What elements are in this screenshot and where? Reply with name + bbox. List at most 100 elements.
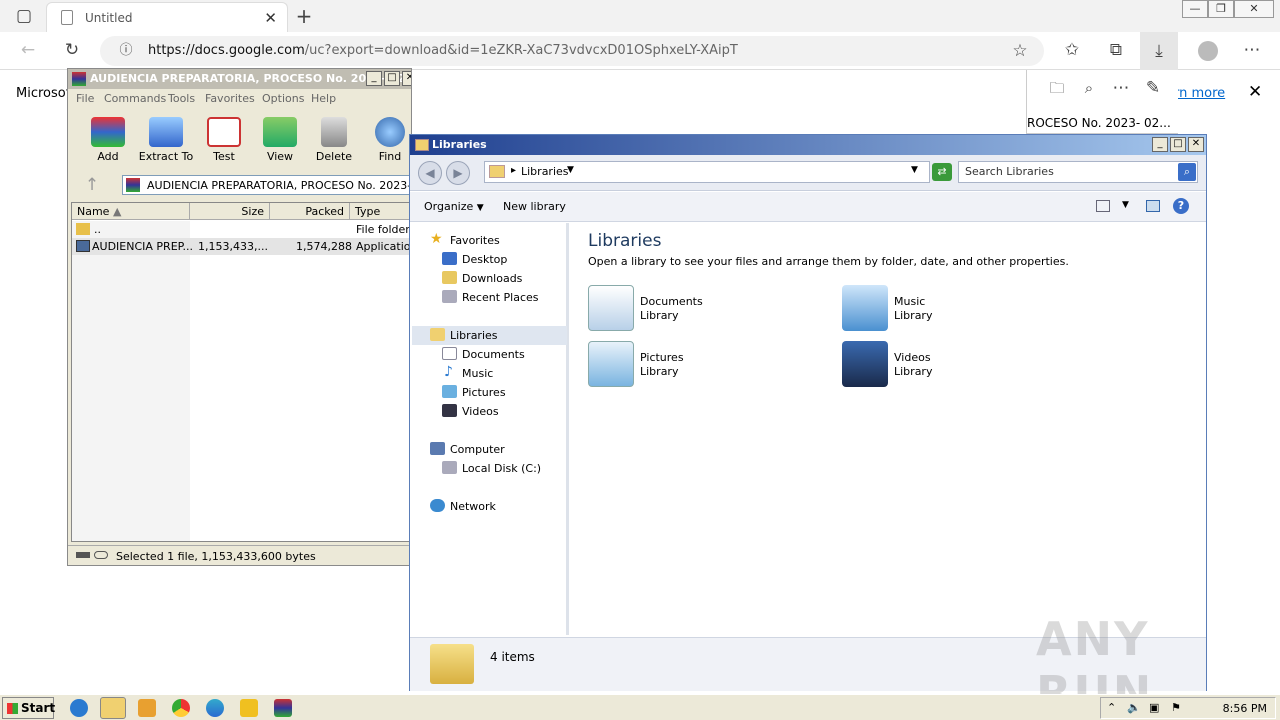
ie-icon[interactable] bbox=[70, 699, 88, 717]
address-field[interactable]: ▸ Libraries ▼ ▼ bbox=[484, 161, 930, 183]
tray-expand-icon[interactable]: ⌃ bbox=[1107, 701, 1116, 714]
info-icon[interactable]: ⓘ bbox=[114, 39, 138, 63]
add-favorite-icon[interactable]: ☆ bbox=[1008, 39, 1032, 63]
download-item-name[interactable]: ROCESO No. 2023- 02... bbox=[1027, 116, 1171, 130]
search-icon[interactable]: ⌕ bbox=[1077, 76, 1101, 100]
help-icon[interactable]: ? bbox=[1173, 198, 1189, 214]
winrar-maximize-button[interactable]: □ bbox=[384, 71, 400, 86]
downloads-icon[interactable]: ⤓ bbox=[1140, 32, 1178, 70]
breadcrumb-arrow-icon[interactable]: ▸ bbox=[511, 165, 516, 176]
libraries-minimize-button[interactable]: _ bbox=[1152, 137, 1168, 152]
favorites-icon[interactable]: ✩ bbox=[1060, 38, 1084, 62]
archive-path: AUDIENCIA PREPARATORIA, PROCESO No. 2023… bbox=[147, 179, 412, 192]
music-library-icon bbox=[842, 285, 888, 331]
taskbar: Start ⌃ 🔈 ▣ ⚑ 8:56 PM bbox=[0, 694, 1280, 720]
libraries-window: Libraries _ □ ✕ ◀ ▶ ▸ Libraries ▼ ▼ ⇄ Se… bbox=[409, 134, 1207, 691]
new-tab-icon[interactable]: + bbox=[292, 4, 316, 28]
collections-icon[interactable]: ⧉ bbox=[1104, 38, 1128, 62]
documents-library-icon bbox=[588, 285, 634, 331]
winrar-minimize-button[interactable]: _ bbox=[366, 71, 382, 86]
extract-to-button[interactable]: Extract To bbox=[136, 117, 196, 167]
preview-pane-icon[interactable] bbox=[1146, 200, 1160, 212]
pictures-library[interactable]: Pictures Library bbox=[588, 341, 788, 393]
add-button[interactable]: Add bbox=[78, 117, 138, 167]
column-type[interactable]: Type bbox=[350, 203, 411, 220]
back-icon[interactable]: ← bbox=[16, 38, 40, 62]
libraries-maximize-button[interactable]: □ bbox=[1170, 137, 1186, 152]
network-tray-icon[interactable]: ▣ bbox=[1149, 701, 1159, 714]
minimize-button[interactable]: — bbox=[1182, 0, 1208, 18]
column-size[interactable]: Size bbox=[190, 203, 270, 220]
start-button[interactable]: Start bbox=[2, 697, 55, 719]
address-bar[interactable]: ⓘ https://docs.google.com/uc?export=down… bbox=[100, 36, 1044, 66]
key-icon bbox=[94, 551, 108, 559]
browser-toolbar: ← ↻ ⓘ https://docs.google.com/uc?export=… bbox=[0, 32, 1280, 70]
libraries-titlebar[interactable]: Libraries _ □ ✕ bbox=[410, 135, 1206, 155]
winrar-title: AUDIENCIA PREPARATORIA, PROCESO No. 2023… bbox=[90, 72, 411, 85]
tab-close-icon[interactable]: ✕ bbox=[264, 9, 277, 27]
column-packed[interactable]: Packed bbox=[270, 203, 350, 220]
pictures-library-icon bbox=[588, 341, 634, 387]
banner-close-icon[interactable]: ✕ bbox=[1248, 82, 1262, 102]
view-dropdown-icon[interactable]: ▼ bbox=[1122, 200, 1129, 210]
libraries-nav-bar: ◀ ▶ ▸ Libraries ▼ ▼ ⇄ Search Libraries ⌕ bbox=[410, 155, 1206, 191]
chrome-icon[interactable] bbox=[172, 699, 190, 717]
action-center-icon[interactable]: ⚑ bbox=[1171, 701, 1181, 714]
view-options-icon[interactable] bbox=[1096, 200, 1110, 212]
back-button[interactable]: ◀ bbox=[418, 161, 442, 185]
breadcrumb-libraries[interactable]: Libraries bbox=[521, 165, 569, 178]
menu-favorites[interactable]: Favorites bbox=[205, 92, 255, 105]
up-arrow-icon[interactable]: ↑ bbox=[80, 173, 104, 197]
libraries-content: Libraries Open a library to see your fil… bbox=[572, 223, 1204, 635]
outlook-icon[interactable] bbox=[240, 699, 258, 717]
nav-libraries[interactable]: Libraries bbox=[412, 326, 567, 345]
close-button[interactable]: ✕ bbox=[1234, 0, 1274, 18]
tab-actions-icon[interactable]: ▢ bbox=[12, 4, 36, 28]
explorer-icon[interactable] bbox=[100, 697, 126, 719]
browser-tab[interactable]: Untitled ✕ bbox=[46, 2, 288, 32]
view-button[interactable]: View bbox=[250, 117, 310, 167]
organize-button[interactable]: Organize ▼ bbox=[424, 200, 484, 213]
libraries-close-button[interactable]: ✕ bbox=[1188, 137, 1204, 152]
clock[interactable]: 8:56 PM bbox=[1223, 702, 1267, 715]
refresh-icon[interactable]: ⇄ bbox=[932, 163, 952, 181]
search-icon[interactable]: ⌕ bbox=[1178, 163, 1196, 181]
maximize-button[interactable]: ❐ bbox=[1208, 0, 1234, 18]
winrar-close-button[interactable]: ✕ bbox=[402, 71, 411, 86]
archive-path-field[interactable]: AUDIENCIA PREPARATORIA, PROCESO No. 2023… bbox=[122, 175, 412, 195]
folder-icon[interactable]: 🗀 bbox=[1045, 76, 1069, 100]
forward-button[interactable]: ▶ bbox=[446, 161, 470, 185]
documents-icon bbox=[442, 347, 457, 360]
media-player-icon[interactable] bbox=[138, 699, 156, 717]
breadcrumb-dropdown-icon[interactable]: ▼ bbox=[567, 165, 574, 175]
menu-tools[interactable]: Tools bbox=[168, 92, 195, 105]
table-row[interactable]: .. File folder bbox=[72, 221, 411, 238]
menu-commands[interactable]: Commands bbox=[104, 92, 166, 105]
volume-icon[interactable]: 🔈 bbox=[1127, 701, 1141, 714]
menu-help[interactable]: Help bbox=[311, 92, 336, 105]
table-row[interactable]: AUDIENCIA PREP... 1,153,433,... 1,574,28… bbox=[72, 238, 411, 255]
more-options-icon[interactable]: ⋯ bbox=[1109, 76, 1133, 100]
address-history-dropdown-icon[interactable]: ▼ bbox=[911, 165, 918, 175]
more-icon[interactable]: ⋯ bbox=[1240, 38, 1264, 62]
find-button[interactable]: Find bbox=[360, 117, 411, 167]
search-input[interactable]: Search Libraries ⌕ bbox=[958, 161, 1198, 183]
file-list[interactable]: Name ▲ Size Packed Type .. File folder A… bbox=[71, 202, 411, 542]
winrar-titlebar[interactable]: AUDIENCIA PREPARATORIA, PROCESO No. 2023… bbox=[68, 69, 411, 89]
videos-library-icon bbox=[842, 341, 888, 387]
refresh-icon[interactable]: ↻ bbox=[60, 38, 84, 62]
edge-icon[interactable] bbox=[206, 699, 224, 717]
menu-file[interactable]: File bbox=[76, 92, 94, 105]
menu-options[interactable]: Options bbox=[262, 92, 304, 105]
libraries-title: Libraries bbox=[432, 138, 487, 151]
column-name[interactable]: Name ▲ bbox=[72, 203, 190, 220]
documents-library[interactable]: Documents Library bbox=[588, 285, 788, 337]
music-library[interactable]: Music Library bbox=[842, 285, 1042, 337]
new-library-button[interactable]: New library bbox=[503, 200, 566, 213]
delete-button[interactable]: Delete bbox=[304, 117, 364, 167]
winrar-taskbar-icon[interactable] bbox=[274, 699, 292, 717]
profile-avatar[interactable] bbox=[1198, 41, 1218, 61]
videos-library[interactable]: Videos Library bbox=[842, 341, 1042, 393]
pin-icon[interactable]: ✎ bbox=[1141, 76, 1165, 100]
test-button[interactable]: Test bbox=[194, 117, 254, 167]
